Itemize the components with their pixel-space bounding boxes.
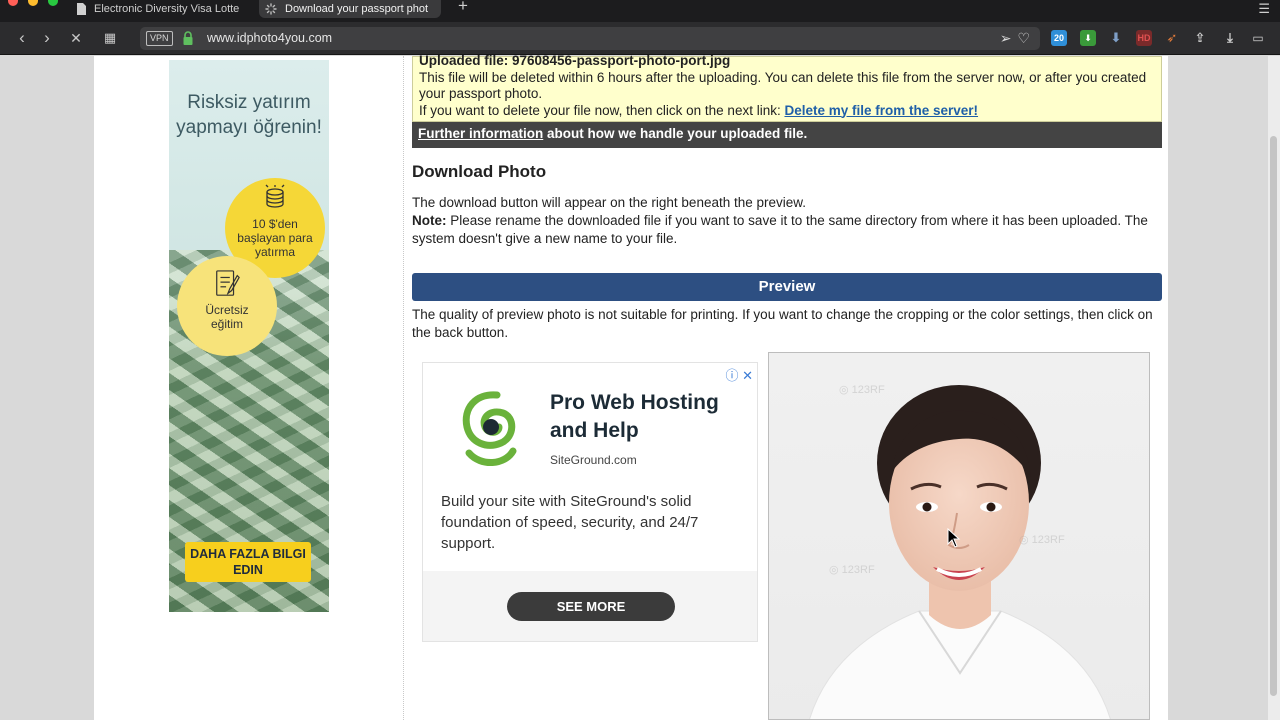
- swift-extension-icon[interactable]: ➶: [1164, 30, 1180, 46]
- ad-info-close-icons[interactable]: ⓘ ✕: [725, 365, 753, 384]
- document-pen-icon: [216, 270, 240, 296]
- more-info-button[interactable]: DAHA FAZLA BILGI EDIN: [185, 542, 311, 582]
- scrollbar-thumb[interactable]: [1270, 136, 1277, 696]
- tab-title: Download your passport phot: [285, 3, 429, 15]
- delete-instruction: If you want to delete your file now, the…: [419, 103, 1155, 120]
- ad-title[interactable]: Pro Web Hosting and Help: [550, 389, 750, 445]
- watermark-icon: ◎ 123RF: [839, 384, 885, 396]
- extension-badge-icon[interactable]: 20: [1051, 30, 1067, 46]
- ad-footer: SEE MORE: [423, 571, 757, 641]
- new-tab-plus-icon[interactable]: +: [454, 0, 472, 15]
- tab-title: Electronic Diversity Visa Lotte: [94, 3, 240, 15]
- preview-quality-note: The quality of preview photo is not suit…: [412, 307, 1153, 340]
- speed-dial-grid-icon[interactable]: ▦: [100, 28, 120, 48]
- tab-download-passport-photo[interactable]: Download your passport phot: [259, 0, 441, 18]
- forward-button[interactable]: ›: [37, 28, 57, 48]
- coins-icon: [265, 184, 285, 208]
- watermark-icon: ◎ 123RF: [829, 564, 875, 576]
- see-more-button[interactable]: SEE MORE: [507, 592, 675, 621]
- share-icon[interactable]: ⇪: [1192, 30, 1208, 46]
- loading-spinner-icon: [265, 3, 277, 15]
- battery-icon[interactable]: ▭: [1250, 30, 1266, 46]
- send-icon[interactable]: ➢: [1000, 30, 1012, 47]
- bookmark-heart-icon[interactable]: ♡: [1017, 30, 1030, 47]
- url-text: www.idphoto4you.com: [207, 31, 333, 45]
- siteground-ad[interactable]: ⓘ ✕ Pro Web Hosting and Help SiteGround.…: [422, 362, 758, 642]
- further-info-text: about how we handle your uploaded file.: [543, 126, 808, 141]
- minimize-window-icon[interactable]: [28, 0, 38, 6]
- close-window-icon[interactable]: [8, 0, 18, 6]
- browser-toolbar: ‹ › ✕ ▦ VPN www.idphoto4you.com ➢ ♡ 20 ⬇…: [0, 22, 1280, 55]
- vertical-scrollbar[interactable]: [1268, 56, 1280, 720]
- deposit-text: 10 $'den başlayan para yatırma: [237, 217, 313, 259]
- ad-domain: SiteGround.com: [550, 453, 637, 467]
- address-bar[interactable]: VPN www.idphoto4you.com ➢ ♡: [140, 27, 1040, 50]
- download-photo-heading: Download Photo: [412, 162, 547, 181]
- hd-extension-icon[interactable]: HD: [1136, 30, 1152, 46]
- ad-body: Build your site with SiteGround's solid …: [441, 493, 699, 552]
- note-label: Note:: [412, 213, 447, 228]
- upload-info-box: Uploaded file: 97608456-passport-photo-p…: [412, 53, 1162, 122]
- free-training-text: Ücretsiz eğitim: [205, 303, 249, 331]
- further-information-link[interactable]: Further information: [418, 126, 543, 141]
- column-divider: [403, 56, 404, 720]
- tab-menu-icon[interactable]: ☰: [1258, 1, 1270, 17]
- delete-instruction-text: If you want to delete your file now, the…: [419, 102, 785, 118]
- ad-headline: Risksiz yatırım yapmayı öğrenin!: [176, 92, 322, 138]
- download-arrow-extension-icon[interactable]: ⬇: [1080, 30, 1096, 46]
- tab-bar: Electronic Diversity Visa Lotte Download…: [0, 0, 1280, 22]
- tab-diversity-visa[interactable]: Electronic Diversity Visa Lotte: [70, 0, 256, 18]
- left-banner-ad[interactable]: Risksiz yatırım yapmayı öğrenin! 10 $'de…: [169, 60, 329, 612]
- siteground-logo-icon: [462, 391, 517, 466]
- deletion-notice: This file will be deleted within 6 hours…: [419, 69, 1147, 102]
- uploaded-filename: Uploaded file: 97608456-passport-photo-p…: [419, 53, 731, 68]
- document-icon: [77, 3, 86, 15]
- note-text: Please rename the downloaded file if you…: [412, 213, 1148, 246]
- preview-header-bar: Preview: [412, 273, 1162, 301]
- download-description: The download button will appear on the r…: [412, 194, 1162, 248]
- vpn-badge[interactable]: VPN: [146, 31, 173, 46]
- back-button[interactable]: ‹: [12, 28, 32, 48]
- lock-icon[interactable]: [182, 31, 194, 46]
- watermark-icon: ◎ 123RF: [1019, 534, 1065, 546]
- further-info-bar: Further information about how we handle …: [412, 122, 1162, 148]
- stop-loading-button[interactable]: ✕: [66, 28, 86, 48]
- delete-file-link[interactable]: Delete my file from the server!: [784, 103, 978, 118]
- zoom-window-icon[interactable]: [48, 0, 58, 6]
- mouse-cursor-icon: [947, 528, 961, 548]
- download-manager-extension-icon[interactable]: ⬇: [1108, 30, 1124, 46]
- downloads-icon[interactable]: ⤓: [1222, 30, 1238, 46]
- free-training-bubble: Ücretsiz eğitim: [177, 256, 277, 356]
- rename-note: Note: Please rename the downloaded file …: [412, 212, 1162, 248]
- download-button-hint: The download button will appear on the r…: [412, 195, 807, 210]
